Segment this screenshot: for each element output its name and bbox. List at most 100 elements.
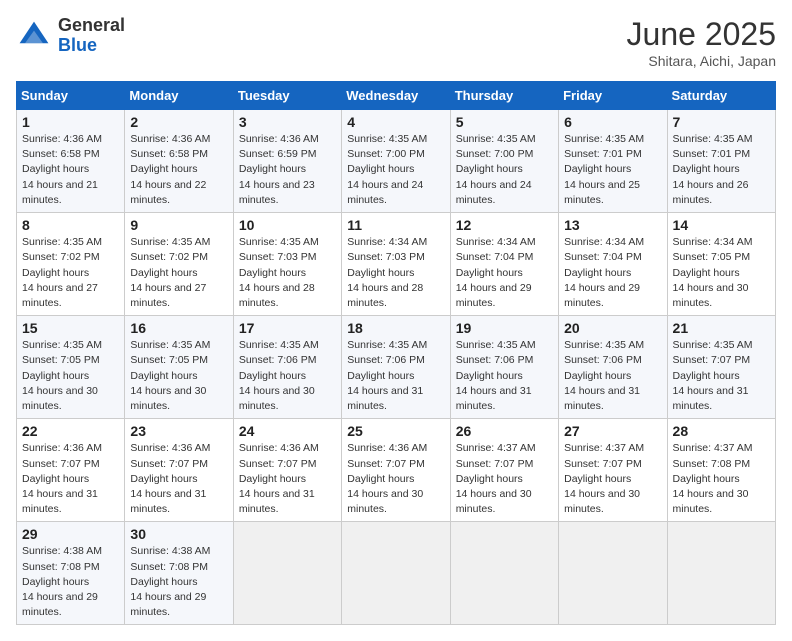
day-number: 2	[130, 114, 227, 130]
day-number: 29	[22, 526, 119, 542]
calendar-cell: 7 Sunrise: 4:35 AM Sunset: 7:01 PM Dayli…	[667, 110, 775, 213]
calendar-cell: 16 Sunrise: 4:35 AM Sunset: 7:05 PM Dayl…	[125, 316, 233, 419]
day-info: Sunrise: 4:35 AM Sunset: 7:03 PM Dayligh…	[239, 235, 336, 311]
day-number: 11	[347, 217, 444, 233]
day-number: 3	[239, 114, 336, 130]
day-number: 5	[456, 114, 553, 130]
day-info: Sunrise: 4:35 AM Sunset: 7:05 PM Dayligh…	[130, 338, 227, 414]
calendar-cell: 18 Sunrise: 4:35 AM Sunset: 7:06 PM Dayl…	[342, 316, 450, 419]
day-info: Sunrise: 4:35 AM Sunset: 7:05 PM Dayligh…	[22, 338, 119, 414]
day-number: 20	[564, 320, 661, 336]
day-info: Sunrise: 4:36 AM Sunset: 7:07 PM Dayligh…	[22, 441, 119, 517]
day-info: Sunrise: 4:36 AM Sunset: 7:07 PM Dayligh…	[130, 441, 227, 517]
day-number: 30	[130, 526, 227, 542]
day-number: 25	[347, 423, 444, 439]
day-number: 22	[22, 423, 119, 439]
weekday-header-monday: Monday	[125, 82, 233, 110]
day-number: 17	[239, 320, 336, 336]
day-number: 24	[239, 423, 336, 439]
day-info: Sunrise: 4:36 AM Sunset: 6:58 PM Dayligh…	[130, 132, 227, 208]
weekday-header-thursday: Thursday	[450, 82, 558, 110]
day-info: Sunrise: 4:36 AM Sunset: 7:07 PM Dayligh…	[239, 441, 336, 517]
page-header: General Blue June 2025 Shitara, Aichi, J…	[16, 16, 776, 69]
calendar-cell: 23 Sunrise: 4:36 AM Sunset: 7:07 PM Dayl…	[125, 419, 233, 522]
calendar-cell	[559, 522, 667, 625]
weekday-header-row: SundayMondayTuesdayWednesdayThursdayFrid…	[17, 82, 776, 110]
day-number: 28	[673, 423, 770, 439]
day-number: 14	[673, 217, 770, 233]
calendar-cell: 17 Sunrise: 4:35 AM Sunset: 7:06 PM Dayl…	[233, 316, 341, 419]
calendar-cell: 13 Sunrise: 4:34 AM Sunset: 7:04 PM Dayl…	[559, 213, 667, 316]
calendar-cell: 5 Sunrise: 4:35 AM Sunset: 7:00 PM Dayli…	[450, 110, 558, 213]
day-info: Sunrise: 4:35 AM Sunset: 7:00 PM Dayligh…	[347, 132, 444, 208]
calendar-cell: 25 Sunrise: 4:36 AM Sunset: 7:07 PM Dayl…	[342, 419, 450, 522]
day-number: 19	[456, 320, 553, 336]
logo: General Blue	[16, 16, 125, 56]
day-info: Sunrise: 4:36 AM Sunset: 6:58 PM Dayligh…	[22, 132, 119, 208]
day-number: 23	[130, 423, 227, 439]
calendar-cell: 11 Sunrise: 4:34 AM Sunset: 7:03 PM Dayl…	[342, 213, 450, 316]
day-info: Sunrise: 4:38 AM Sunset: 7:08 PM Dayligh…	[22, 544, 119, 620]
calendar-cell	[450, 522, 558, 625]
day-info: Sunrise: 4:35 AM Sunset: 7:02 PM Dayligh…	[130, 235, 227, 311]
day-number: 7	[673, 114, 770, 130]
calendar-cell: 21 Sunrise: 4:35 AM Sunset: 7:07 PM Dayl…	[667, 316, 775, 419]
day-info: Sunrise: 4:35 AM Sunset: 7:06 PM Dayligh…	[347, 338, 444, 414]
weekday-header-saturday: Saturday	[667, 82, 775, 110]
calendar-cell: 8 Sunrise: 4:35 AM Sunset: 7:02 PM Dayli…	[17, 213, 125, 316]
day-info: Sunrise: 4:36 AM Sunset: 7:07 PM Dayligh…	[347, 441, 444, 517]
day-info: Sunrise: 4:35 AM Sunset: 7:06 PM Dayligh…	[239, 338, 336, 414]
calendar-cell: 10 Sunrise: 4:35 AM Sunset: 7:03 PM Dayl…	[233, 213, 341, 316]
week-row-4: 22 Sunrise: 4:36 AM Sunset: 7:07 PM Dayl…	[17, 419, 776, 522]
day-info: Sunrise: 4:34 AM Sunset: 7:04 PM Dayligh…	[564, 235, 661, 311]
day-number: 12	[456, 217, 553, 233]
week-row-3: 15 Sunrise: 4:35 AM Sunset: 7:05 PM Dayl…	[17, 316, 776, 419]
day-info: Sunrise: 4:35 AM Sunset: 7:02 PM Dayligh…	[22, 235, 119, 311]
day-number: 26	[456, 423, 553, 439]
calendar-cell: 12 Sunrise: 4:34 AM Sunset: 7:04 PM Dayl…	[450, 213, 558, 316]
day-number: 27	[564, 423, 661, 439]
day-info: Sunrise: 4:34 AM Sunset: 7:04 PM Dayligh…	[456, 235, 553, 311]
calendar-cell: 4 Sunrise: 4:35 AM Sunset: 7:00 PM Dayli…	[342, 110, 450, 213]
week-row-1: 1 Sunrise: 4:36 AM Sunset: 6:58 PM Dayli…	[17, 110, 776, 213]
day-number: 1	[22, 114, 119, 130]
day-info: Sunrise: 4:36 AM Sunset: 6:59 PM Dayligh…	[239, 132, 336, 208]
calendar-cell: 3 Sunrise: 4:36 AM Sunset: 6:59 PM Dayli…	[233, 110, 341, 213]
day-info: Sunrise: 4:37 AM Sunset: 7:07 PM Dayligh…	[456, 441, 553, 517]
day-info: Sunrise: 4:38 AM Sunset: 7:08 PM Dayligh…	[130, 544, 227, 620]
week-row-5: 29 Sunrise: 4:38 AM Sunset: 7:08 PM Dayl…	[17, 522, 776, 625]
calendar-cell	[667, 522, 775, 625]
day-number: 8	[22, 217, 119, 233]
day-info: Sunrise: 4:37 AM Sunset: 7:08 PM Dayligh…	[673, 441, 770, 517]
day-info: Sunrise: 4:34 AM Sunset: 7:03 PM Dayligh…	[347, 235, 444, 311]
day-info: Sunrise: 4:37 AM Sunset: 7:07 PM Dayligh…	[564, 441, 661, 517]
calendar-cell: 2 Sunrise: 4:36 AM Sunset: 6:58 PM Dayli…	[125, 110, 233, 213]
week-row-2: 8 Sunrise: 4:35 AM Sunset: 7:02 PM Dayli…	[17, 213, 776, 316]
calendar-cell: 1 Sunrise: 4:36 AM Sunset: 6:58 PM Dayli…	[17, 110, 125, 213]
calendar-cell: 29 Sunrise: 4:38 AM Sunset: 7:08 PM Dayl…	[17, 522, 125, 625]
day-number: 9	[130, 217, 227, 233]
calendar-cell	[342, 522, 450, 625]
day-number: 10	[239, 217, 336, 233]
weekday-header-tuesday: Tuesday	[233, 82, 341, 110]
calendar-cell: 22 Sunrise: 4:36 AM Sunset: 7:07 PM Dayl…	[17, 419, 125, 522]
day-info: Sunrise: 4:35 AM Sunset: 7:01 PM Dayligh…	[673, 132, 770, 208]
calendar-cell: 6 Sunrise: 4:35 AM Sunset: 7:01 PM Dayli…	[559, 110, 667, 213]
calendar-cell: 15 Sunrise: 4:35 AM Sunset: 7:05 PM Dayl…	[17, 316, 125, 419]
day-number: 21	[673, 320, 770, 336]
logo-general: General	[58, 15, 125, 35]
calendar-cell	[233, 522, 341, 625]
calendar-title: June 2025	[627, 16, 776, 53]
weekday-header-wednesday: Wednesday	[342, 82, 450, 110]
day-number: 18	[347, 320, 444, 336]
calendar-cell: 26 Sunrise: 4:37 AM Sunset: 7:07 PM Dayl…	[450, 419, 558, 522]
weekday-header-friday: Friday	[559, 82, 667, 110]
day-info: Sunrise: 4:35 AM Sunset: 7:01 PM Dayligh…	[564, 132, 661, 208]
logo-icon	[16, 18, 52, 54]
day-number: 13	[564, 217, 661, 233]
calendar-cell: 28 Sunrise: 4:37 AM Sunset: 7:08 PM Dayl…	[667, 419, 775, 522]
calendar-table: SundayMondayTuesdayWednesdayThursdayFrid…	[16, 81, 776, 625]
calendar-subtitle: Shitara, Aichi, Japan	[627, 53, 776, 69]
calendar-cell: 9 Sunrise: 4:35 AM Sunset: 7:02 PM Dayli…	[125, 213, 233, 316]
day-info: Sunrise: 4:35 AM Sunset: 7:07 PM Dayligh…	[673, 338, 770, 414]
